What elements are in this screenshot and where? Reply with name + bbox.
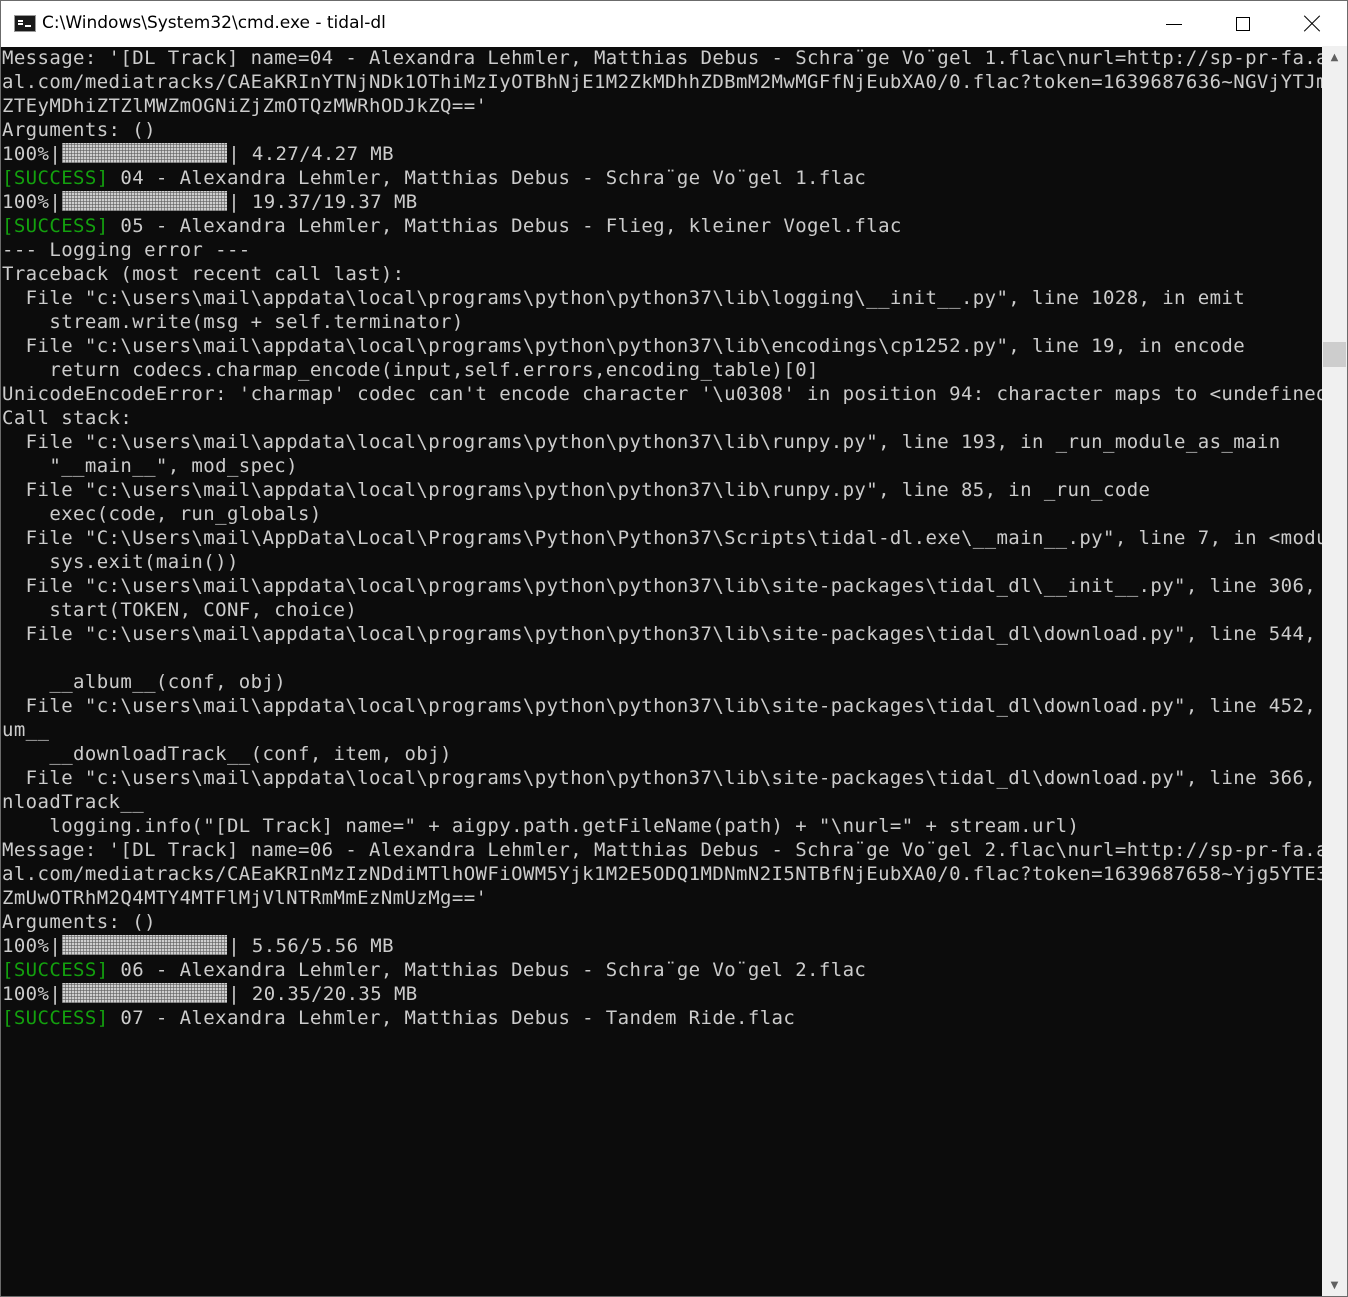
maximize-button[interactable] [1208,1,1278,47]
console-line: Message: '[DL Track] name=04 - Alexandra… [2,47,1322,69]
success-filename: 06 - Alexandra Lehmler, Matthias Debus -… [108,959,867,981]
console-line: ZmUwOTRhM2Q4MTY4MTFlMjVlNTRmMmEzNmUzMg==… [2,887,488,909]
console-line: al.com/mediatracks/CAEaKRInYTNjNDk1OThiM… [2,71,1322,93]
success-filename: 05 - Alexandra Lehmler, Matthias Debus -… [108,215,902,237]
console-line: File "c:\users\mail\appdata\local\progra… [2,287,1246,309]
console-line: File "c:\users\mail\appdata\local\progra… [2,695,1322,717]
scroll-down-arrow-icon[interactable]: ▼ [1322,1274,1347,1296]
progress-bar [62,935,228,955]
console-line: File "c:\users\mail\appdata\local\progra… [2,767,1322,789]
console-output[interactable]: Message: '[DL Track] name=04 - Alexandra… [2,46,1322,1296]
console-line: return codecs.charmap_encode(input,self.… [2,359,819,381]
success-filename: 04 - Alexandra Lehmler, Matthias Debus -… [108,167,867,189]
progress-size: | 19.37/19.37 MB [228,191,418,213]
progress-size: | 20.35/20.35 MB [228,983,418,1005]
success-line: [SUCCESS] 05 - Alexandra Lehmler, Matthi… [2,214,1322,238]
close-icon [1303,15,1321,33]
minimize-icon [1166,23,1182,25]
console-line: start(TOKEN, CONF, choice) [2,599,358,621]
console-line: __album__(conf, obj) [2,671,287,693]
maximize-icon [1236,17,1250,31]
console-line: logging.info("[DL Track] name=" + aigpy.… [2,815,1080,837]
console-line: Arguments: () [2,911,156,933]
vertical-scrollbar[interactable]: ▲ ▼ [1322,46,1347,1296]
success-line: [SUCCESS] 04 - Alexandra Lehmler, Matthi… [2,166,1322,190]
progress-line: 100%| | 19.37/19.37 MB [2,190,1322,214]
console-line: exec(code, run_globals) [2,503,322,525]
console-line: __downloadTrack__(conf, item, obj) [2,743,452,765]
console-line: Message: '[DL Track] name=06 - Alexandra… [2,839,1322,861]
console-line: "__main__", mod_spec) [2,455,298,477]
progress-line: 100%| | 20.35/20.35 MB [2,982,1322,1006]
console-line: File "C:\Users\mail\AppData\Local\Progra… [2,527,1322,549]
progress-bar [62,983,228,1003]
success-tag: [SUCCESS] [2,215,109,237]
success-tag: [SUCCESS] [2,1007,109,1029]
console-line: File "c:\users\mail\appdata\local\progra… [2,431,1281,453]
console-line: UnicodeEncodeError: 'charmap' codec can'… [2,383,1322,405]
success-tag: [SUCCESS] [2,959,109,981]
console-line: sys.exit(main()) [2,551,239,573]
progress-size: | 4.27/4.27 MB [228,143,394,165]
success-line: [SUCCESS] 06 - Alexandra Lehmler, Matthi… [2,958,1322,982]
progress-line: 100%| | 4.27/4.27 MB [2,142,1322,166]
console-line: um__ [2,719,50,741]
console-line: File "c:\users\mail\appdata\local\progra… [2,335,1246,357]
cmd-icon [14,15,36,32]
success-tag: [SUCCESS] [2,167,109,189]
close-button[interactable] [1277,1,1347,47]
console-line: stream.write(msg + self.terminator) [2,311,464,333]
progress-percent: 100%| [2,191,62,213]
scrollbar-thumb[interactable] [1323,342,1346,367]
console-line: File "c:\users\mail\appdata\local\progra… [2,575,1322,597]
progress-bar [62,143,228,163]
progress-percent: 100%| [2,983,62,1005]
progress-percent: 100%| [2,143,62,165]
progress-percent: 100%| [2,935,62,957]
console-line: File "c:\users\mail\appdata\local\progra… [2,623,1322,645]
console-line: File "c:\users\mail\appdata\local\progra… [2,479,1151,501]
window-title: C:\Windows\System32\cmd.exe - tidal-dl [42,13,386,33]
progress-bar [62,191,228,211]
console-line: --- Logging error --- [2,239,251,261]
console-line: Traceback (most recent call last): [2,263,405,285]
success-filename: 07 - Alexandra Lehmler, Matthias Debus -… [108,1007,796,1029]
console-line: ZTEyMDhiZTZlMWZmOGNiZjZmOTQzMWRhODJkZQ==… [2,95,488,117]
minimize-button[interactable] [1139,1,1209,47]
console-line: al.com/mediatracks/CAEaKRInMzIzNDdiMTlhO… [2,863,1322,885]
console-line: Arguments: () [2,119,156,141]
console-line: Call stack: [2,407,133,429]
success-line: [SUCCESS] 07 - Alexandra Lehmler, Matthi… [2,1006,1322,1030]
cmd-window: C:\Windows\System32\cmd.exe - tidal-dl M… [0,0,1348,1297]
progress-line: 100%| | 5.56/5.56 MB [2,934,1322,958]
console-line: nloadTrack__ [2,791,145,813]
scroll-up-arrow-icon[interactable]: ▲ [1322,46,1347,68]
progress-size: | 5.56/5.56 MB [228,935,394,957]
title-bar[interactable]: C:\Windows\System32\cmd.exe - tidal-dl [1,1,1347,47]
